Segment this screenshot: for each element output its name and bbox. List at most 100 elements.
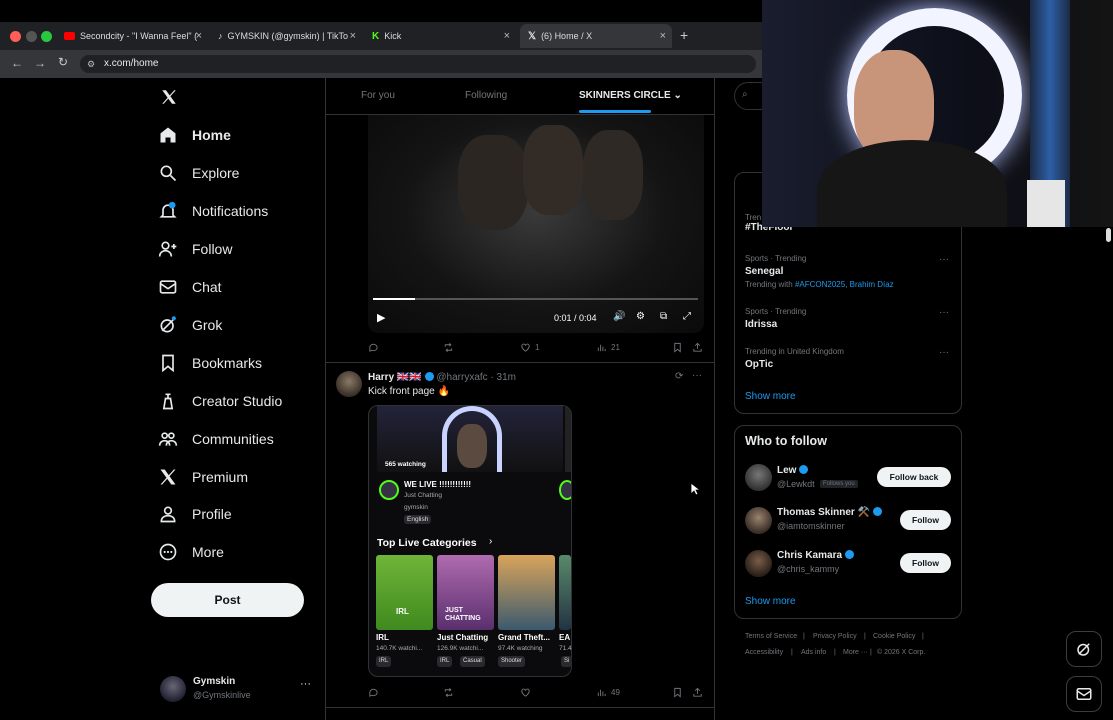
volume-icon[interactable]: 🔊 — [613, 311, 625, 322]
fullscreen-icon[interactable]: ⤢ — [683, 311, 691, 322]
like-button[interactable]: 1 — [520, 342, 539, 353]
views-button[interactable]: 21 — [596, 342, 620, 353]
trend-item[interactable]: Sports · Trending Senegal Trending with … — [745, 254, 894, 289]
nav-creator-studio[interactable]: Creator Studio — [158, 386, 282, 416]
more-icon[interactable]: ··· — [939, 347, 949, 358]
views-button[interactable]: 49 — [596, 687, 620, 698]
nav-home[interactable]: Home — [158, 120, 231, 150]
window-close-button[interactable] — [10, 31, 21, 42]
author-name[interactable]: Harry — [368, 372, 394, 383]
follow-suggestion-name[interactable]: Lew — [777, 465, 809, 476]
avatar[interactable] — [336, 371, 362, 397]
follow-button[interactable]: Follow — [900, 510, 951, 530]
follow-back-button[interactable]: Follow back — [877, 467, 951, 487]
tab-following[interactable]: Following — [465, 90, 507, 101]
category-thumbnail-ea[interactable] — [559, 555, 571, 630]
nav-bookmarks[interactable]: Bookmarks — [158, 348, 262, 378]
window-zoom-button[interactable] — [41, 31, 52, 42]
video-player[interactable]: ▶ 0:01 / 0:04 🔊 ⚙ ⧉ ⤢ — [368, 115, 704, 333]
follow-suggestion-name[interactable]: Chris Kamara — [777, 550, 854, 561]
nav-chat[interactable]: Chat — [158, 272, 222, 302]
nav-more[interactable]: More — [158, 537, 224, 567]
footer-link[interactable]: Ads info — [801, 649, 826, 656]
new-tab-button[interactable]: + — [680, 27, 688, 43]
close-tab-icon[interactable]: × — [504, 30, 510, 42]
bookmark-button[interactable] — [672, 342, 683, 353]
bookmark-icon — [162, 354, 174, 373]
post-button[interactable]: Post — [151, 583, 304, 617]
reply-button[interactable] — [368, 342, 379, 353]
verified-icon — [872, 507, 882, 516]
footer-link[interactable]: Cookie Policy — [873, 633, 915, 640]
play-icon[interactable]: ▶ — [377, 311, 385, 324]
follow-button[interactable]: Follow — [900, 553, 951, 573]
grok-icon[interactable]: ⟳ — [675, 371, 683, 382]
scrollbar-thumb[interactable] — [1106, 228, 1111, 242]
account-switcher[interactable]: Gymskin @Gymskinlive ··· — [152, 670, 322, 710]
footer-link[interactable]: Privacy Policy — [813, 633, 857, 640]
footer-link[interactable]: Terms of Service — [745, 633, 797, 640]
x-logo-icon[interactable] — [160, 88, 178, 106]
tab-for-you[interactable]: For you — [361, 90, 395, 101]
category-thumbnail-gta[interactable] — [498, 555, 555, 630]
tab-skinners-circle[interactable]: SKINNERS CIRCLE ⌄ — [579, 90, 682, 101]
avatar[interactable] — [745, 464, 772, 491]
repost-button[interactable] — [443, 342, 454, 353]
follow-suggestion-name[interactable]: Thomas Skinner ⚒️ — [777, 507, 882, 518]
bookmark-button[interactable] — [672, 687, 683, 698]
trend-link[interactable]: #AFCON2025, Brahim Díaz — [795, 280, 894, 289]
nav-grok[interactable]: Grok — [158, 310, 222, 340]
site-settings-icon[interactable]: ⚙ — [87, 55, 95, 73]
share-button[interactable] — [692, 342, 703, 353]
share-button[interactable] — [692, 687, 703, 698]
nav-profile[interactable]: Profile — [158, 499, 232, 529]
nav-explore[interactable]: Explore — [158, 158, 239, 188]
reply-button[interactable] — [368, 687, 379, 698]
search-icon — [160, 165, 177, 182]
forward-icon[interactable]: → — [34, 56, 46, 70]
like-button[interactable] — [520, 687, 531, 698]
more-icon[interactable]: ··· — [300, 678, 311, 690]
trend-item[interactable]: Trending in United Kingdom OpTic — [745, 347, 844, 370]
repost-button[interactable] — [443, 687, 454, 698]
category-thumbnail-irl[interactable]: IRL — [376, 555, 433, 630]
close-tab-icon[interactable]: × — [350, 30, 356, 42]
mail-icon — [1076, 688, 1092, 700]
more-icon[interactable]: ··· — [939, 307, 949, 318]
browser-tab-tiktok[interactable]: ♪ GYMSKIN (@gymskin) | TikTo × — [210, 24, 362, 48]
more-icon[interactable]: ··· — [692, 370, 702, 381]
show-more-trends-link[interactable]: Show more — [745, 391, 796, 402]
category-thumbnail-just-chatting[interactable]: JUST CHATTING — [437, 555, 494, 630]
window-minimize-button[interactable] — [26, 31, 37, 42]
messages-fab[interactable] — [1066, 676, 1102, 712]
post-time[interactable]: · 31m — [490, 372, 516, 383]
browser-tab-kick[interactable]: K Kick × — [364, 24, 516, 48]
pip-icon[interactable]: ⧉ — [660, 311, 667, 322]
author-handle[interactable]: @harryxafc — [436, 372, 487, 383]
footer-link[interactable]: More ··· — [843, 649, 868, 656]
search-icon: ⌕ — [742, 89, 748, 100]
tiktok-icon: ♪ — [218, 31, 223, 41]
footer-link[interactable]: Accessibility — [745, 649, 783, 656]
avatar[interactable] — [745, 550, 772, 577]
trend-item[interactable]: Sports · Trending Idrissa — [745, 307, 806, 330]
reload-icon[interactable]: ↻ — [58, 55, 68, 69]
close-tab-icon[interactable]: × — [660, 30, 666, 42]
browser-tab-x[interactable]: 𝕏 (6) Home / X × — [520, 24, 672, 48]
more-icon[interactable]: ··· — [939, 254, 949, 265]
back-icon[interactable]: ← — [11, 56, 23, 70]
x-icon: 𝕏 — [528, 30, 537, 42]
nav-notifications[interactable]: Notifications — [158, 196, 268, 226]
settings-icon[interactable]: ⚙ — [636, 311, 645, 322]
browser-tab-youtube[interactable]: Secondcity - "I Wanna Feel" (× — [56, 24, 208, 48]
video-progress-track[interactable] — [373, 298, 698, 300]
show-more-follows-link[interactable]: Show more — [745, 596, 796, 607]
nav-premium[interactable]: Premium — [158, 462, 248, 492]
grok-fab[interactable] — [1066, 631, 1102, 667]
add-user-icon — [158, 241, 177, 257]
avatar[interactable] — [745, 507, 772, 534]
close-tab-icon[interactable]: × — [196, 30, 202, 42]
nav-communities[interactable]: Communities — [158, 424, 274, 454]
nav-follow[interactable]: Follow — [158, 234, 232, 264]
address-bar[interactable]: ⚙ x.com/home — [80, 55, 756, 73]
